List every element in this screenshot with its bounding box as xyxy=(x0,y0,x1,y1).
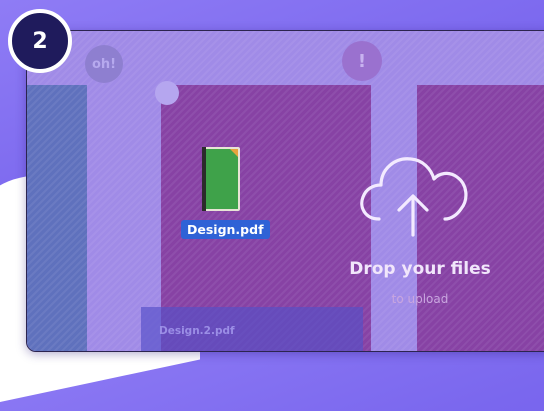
small-circle-decoration xyxy=(155,81,179,105)
step-number: 2 xyxy=(32,28,48,54)
drop-title: Drop your files xyxy=(349,259,491,279)
exclamation-badge-text: ! xyxy=(357,50,367,72)
exclamation-badge-icon: ! xyxy=(342,41,382,81)
drop-subtitle: to upload xyxy=(391,292,449,306)
file-name-label[interactable]: Design.pdf xyxy=(181,220,270,239)
app-window: oh! ! Design.pdf Drop your files to uplo… xyxy=(26,30,544,352)
drag-ghost-label: Design.2.pdf xyxy=(159,325,235,337)
cloud-upload-icon xyxy=(360,157,468,237)
oh-badge-icon: oh! xyxy=(85,45,123,83)
oh-badge-text: oh! xyxy=(91,56,117,72)
step-number-badge: 2 xyxy=(8,9,72,73)
pdf-file-icon[interactable] xyxy=(199,144,243,214)
